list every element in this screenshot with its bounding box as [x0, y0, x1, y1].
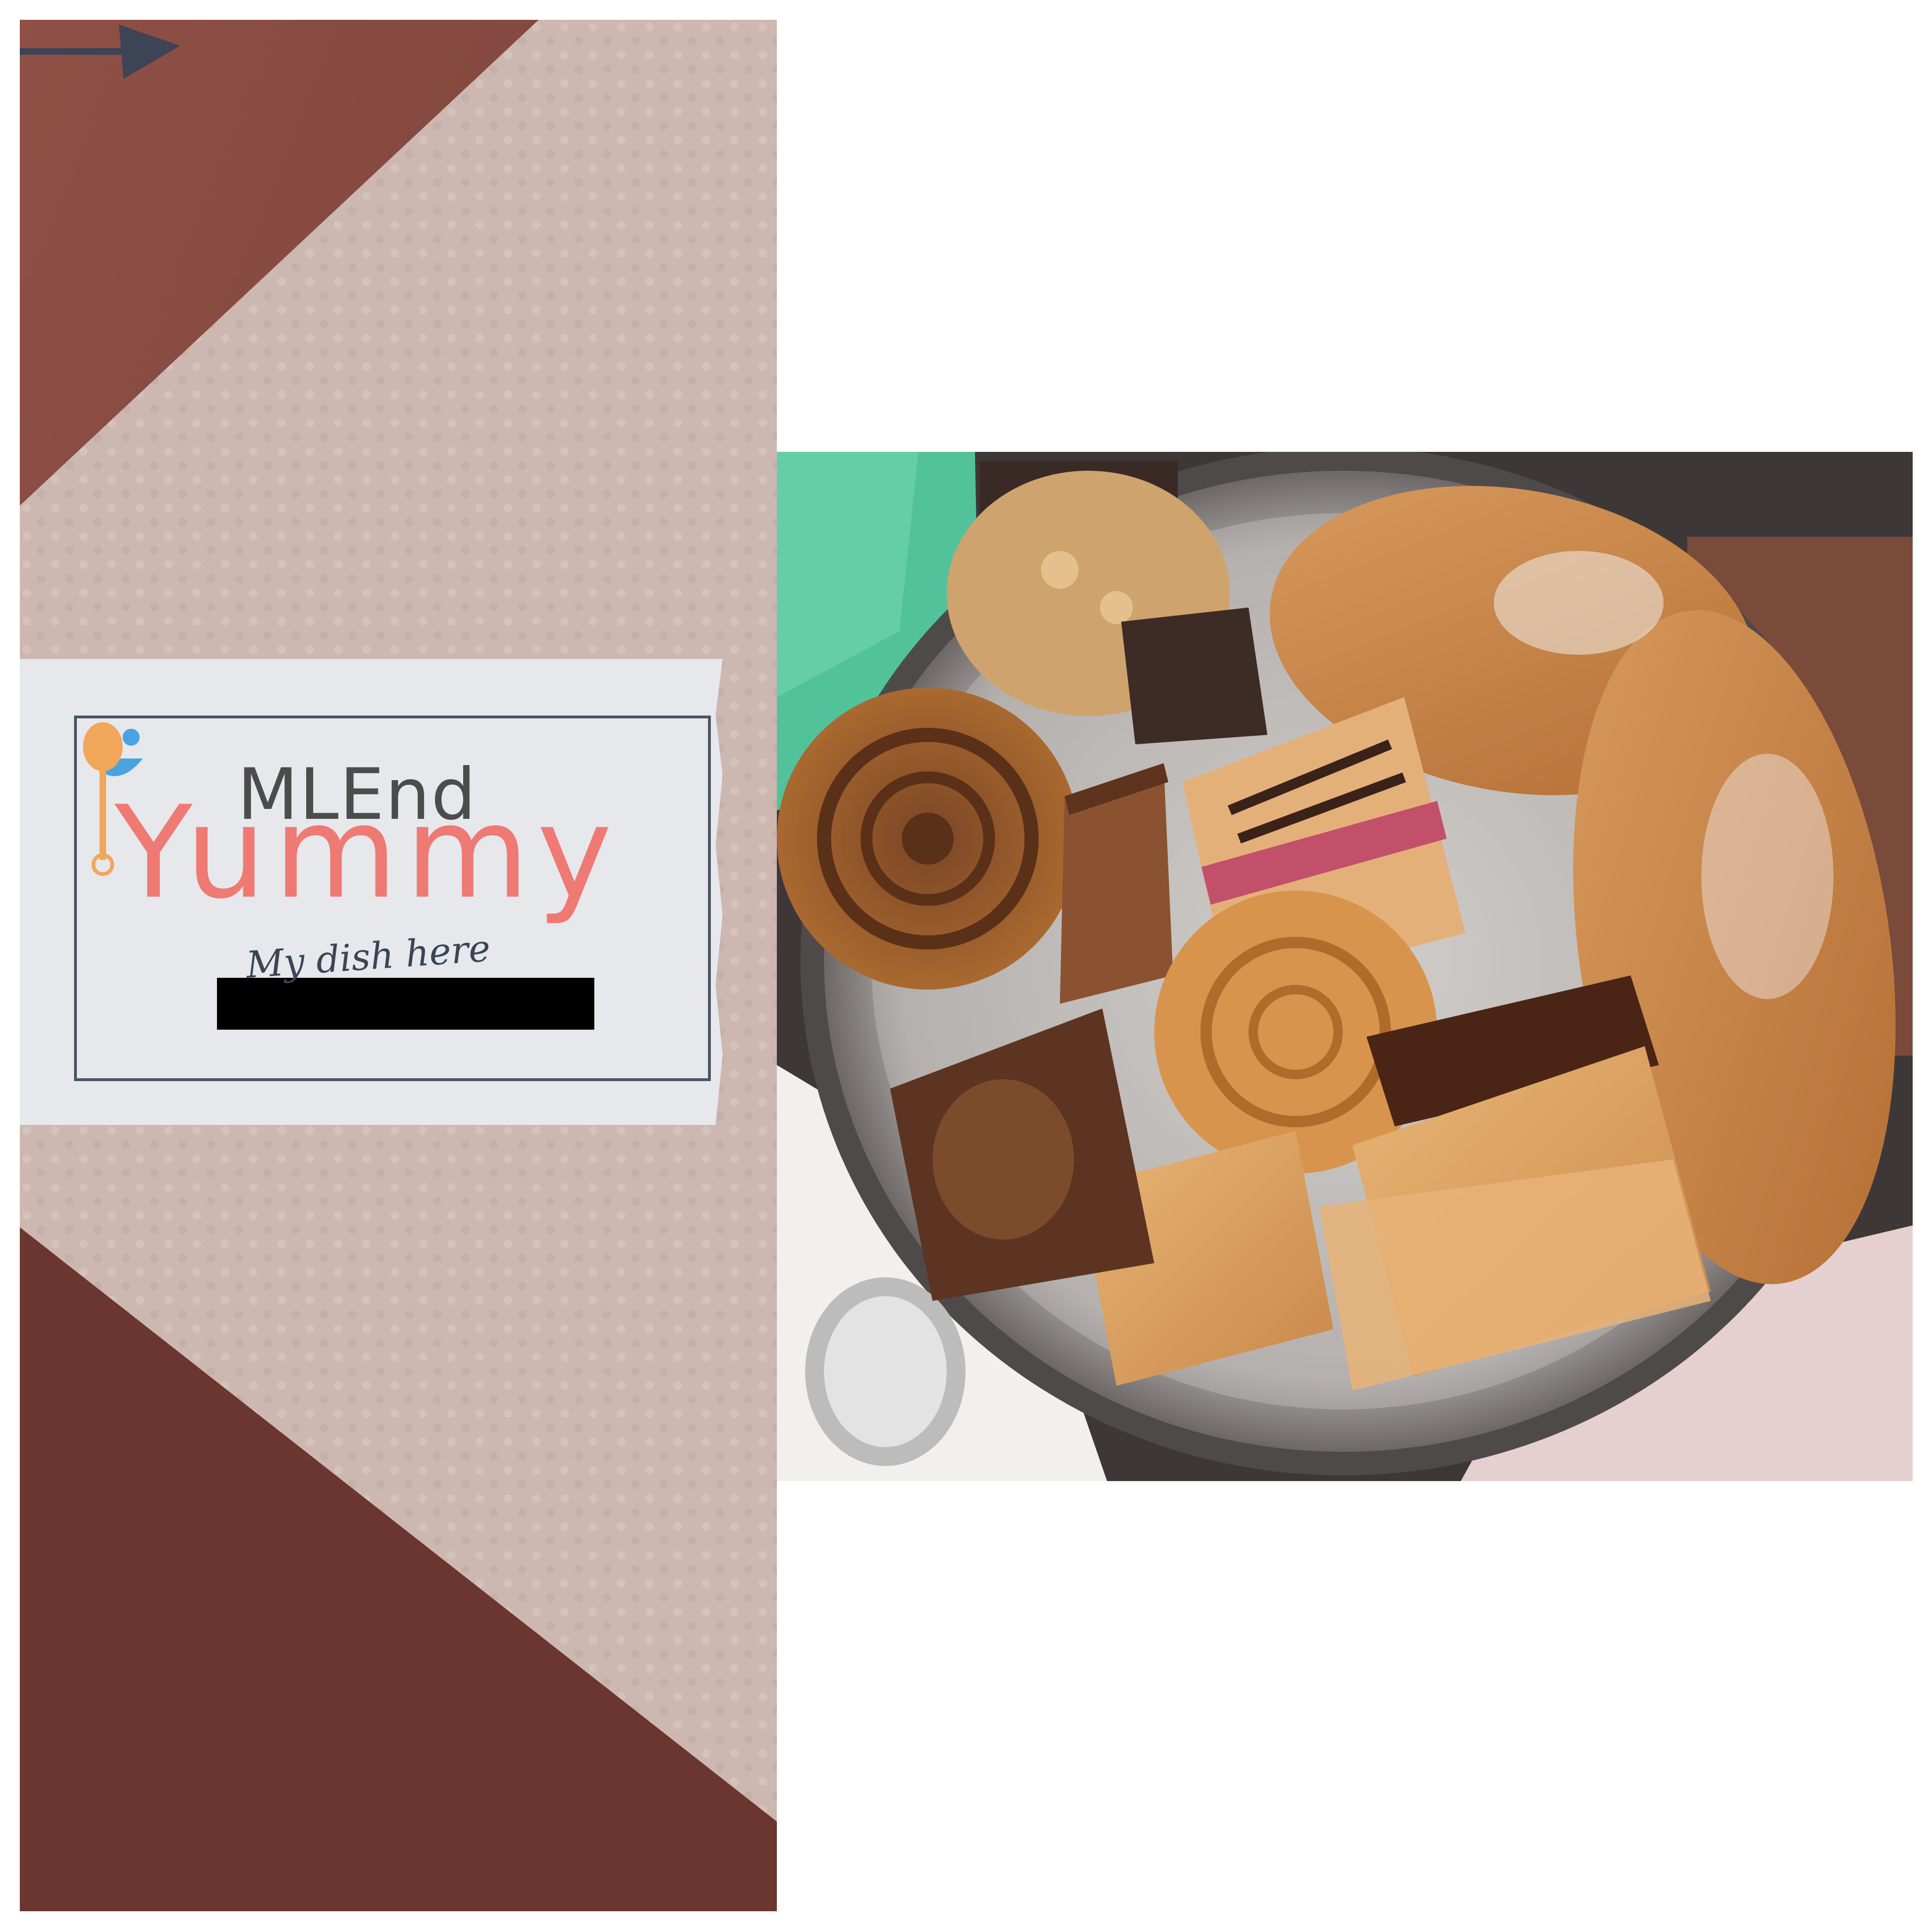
- mlend-label-card: MLEnd Yummy: [20, 659, 723, 1125]
- pastries-photo: [777, 452, 1913, 1481]
- napkin-photo: MLEnd Yummy My dish here: [20, 20, 777, 1911]
- brand-yummy-text: Yummy: [115, 778, 620, 927]
- label-frame: MLEnd Yummy: [74, 716, 711, 1081]
- redaction-bar: [217, 978, 594, 1030]
- arrow-right-icon: [20, 25, 180, 79]
- pastry-tray-scene: [777, 452, 1913, 1481]
- spoon-icon: [83, 722, 123, 876]
